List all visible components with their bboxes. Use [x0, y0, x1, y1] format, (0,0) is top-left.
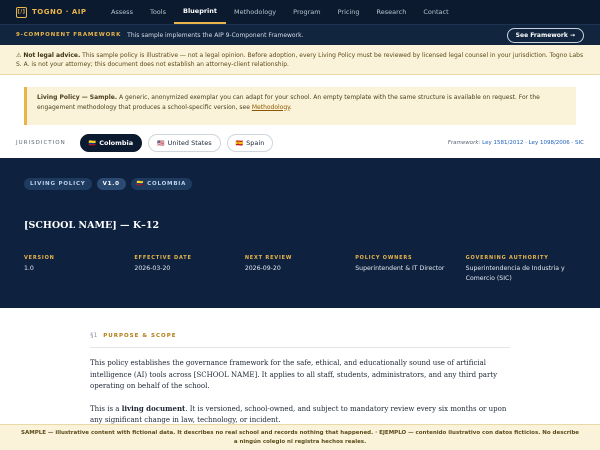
policy-content: §1 PURPOSE & SCOPE This policy establish…: [0, 308, 600, 427]
section-number: §1: [90, 332, 98, 339]
sample-callout-title: Living Policy — Sample.: [37, 94, 118, 101]
jurisdiction-label: JURISDICTION: [16, 140, 66, 146]
meta-value: 2026-09-20: [244, 265, 281, 272]
nav-link-blueprint[interactable]: Blueprint: [174, 0, 226, 24]
nav-link-assess[interactable]: Assess: [102, 0, 141, 24]
methodology-link[interactable]: Methodology: [252, 104, 290, 111]
legal-framework-reference: Framework: Ley 1581/2012 · Ley 1098/2006…: [448, 140, 584, 146]
meta-label: NEXT REVIEW: [244, 255, 293, 261]
legal-notice-text: This sample policy is illustrative — not…: [16, 52, 584, 68]
jurisdiction-pill-colombia[interactable]: 🇨🇴 Colombia: [79, 134, 143, 152]
brand-logo[interactable]: [/] TOGNO · AIP: [16, 6, 87, 18]
meta-governing-authority: GOVERNING AUTHORITY Superintendencia de …: [466, 255, 576, 284]
top-nav: [/] TOGNO · AIP Assess Tools Blueprint M…: [0, 0, 600, 24]
meta-value: 1.0: [24, 265, 34, 272]
nav-link-contact[interactable]: Contact: [415, 0, 457, 24]
legal-notice-title: Not legal advice.: [23, 52, 81, 59]
nav-links: Assess Tools Blueprint Methodology Progr…: [102, 0, 457, 24]
policy-hero: LIVING POLICY V1.0 🇨🇴 COLOMBIA [SCHOOL N…: [0, 158, 600, 308]
jurisdiction-pill-label: United States: [167, 139, 212, 147]
spain-flag-icon: 🇪🇸: [235, 139, 244, 147]
meta-value: Superintendencia de Industria y Comercio…: [465, 265, 565, 282]
meta-value: 2026-03-20: [134, 265, 171, 272]
policy-meta: VERSION 1.0 EFFECTIVE DATE 2026-03-20 NE…: [24, 255, 576, 284]
framework-bar: 9-COMPONENT FRAMEWORK This sample implem…: [0, 24, 600, 45]
section-header: §1 PURPOSE & SCOPE: [90, 332, 510, 348]
see-framework-button[interactable]: See Framework →: [506, 27, 584, 43]
jurisdiction-pill-spain[interactable]: 🇪🇸 Spain: [226, 134, 274, 152]
meta-next-review: NEXT REVIEW 2026-09-20: [245, 255, 355, 284]
nav-link-program[interactable]: Program: [285, 0, 329, 24]
meta-effective-date: EFFECTIVE DATE 2026-03-20: [134, 255, 244, 284]
paragraph-emphasis: living document: [121, 403, 186, 413]
meta-label: VERSION: [24, 255, 55, 261]
brand-mark-icon: [/]: [16, 6, 27, 18]
sample-callout-end: .: [289, 103, 292, 111]
legal-notice: ⚠ Not legal advice. This sample policy i…: [0, 45, 600, 75]
framework-tag: 9-COMPONENT FRAMEWORK: [16, 32, 122, 38]
badge-country: 🇨🇴 COLOMBIA: [130, 178, 193, 190]
meta-label: POLICY OWNERS: [355, 255, 413, 261]
us-flag-icon: 🇺🇸: [157, 139, 165, 147]
badge-version: V1.0: [96, 178, 126, 190]
meta-label: EFFECTIVE DATE: [134, 255, 192, 261]
nav-link-research[interactable]: Research: [368, 0, 415, 24]
jurisdiction-selector: JURISDICTION 🇨🇴 Colombia 🇺🇸 United State…: [0, 130, 600, 156]
meta-version: VERSION 1.0: [24, 255, 134, 284]
badge-living-policy: LIVING POLICY: [24, 178, 92, 190]
legal-framework-prefix: Framework:: [447, 140, 481, 146]
sample-disclaimer-footer: SAMPLE — illustrative content with ficti…: [0, 424, 600, 450]
sample-callout: Living Policy — Sample. A generic, anony…: [24, 87, 576, 125]
nav-link-pricing[interactable]: Pricing: [329, 0, 368, 24]
meta-policy-owners: POLICY OWNERS Superintendent & IT Direct…: [355, 255, 465, 284]
page: [/] TOGNO · AIP Assess Tools Blueprint M…: [0, 0, 600, 450]
legal-framework-links[interactable]: Ley 1581/2012 · Ley 1098/2006 · SIC: [482, 140, 584, 146]
meta-value: Superintendent & IT Director: [355, 265, 445, 272]
nav-link-methodology[interactable]: Methodology: [226, 0, 285, 24]
section-paragraph: This is a living document. It is version…: [90, 403, 510, 427]
section-title: PURPOSE & SCOPE: [103, 332, 177, 339]
jurisdiction-pill-label: Spain: [246, 139, 265, 147]
meta-label: GOVERNING AUTHORITY: [465, 255, 549, 261]
paragraph-text: This is a: [90, 404, 122, 413]
framework-text: This sample implements the AIP 9-Compone…: [127, 31, 304, 39]
nav-link-tools[interactable]: Tools: [141, 0, 174, 24]
jurisdiction-pill-united-states[interactable]: 🇺🇸 United States: [148, 134, 221, 152]
warning-icon: ⚠: [16, 52, 22, 59]
section-paragraph: This policy establishes the governance f…: [90, 359, 498, 390]
brand-name: TOGNO · AIP: [32, 8, 87, 16]
colombia-flag-icon: 🇨🇴: [88, 139, 97, 147]
policy-title: [SCHOOL NAME] — K–12: [24, 220, 160, 231]
jurisdiction-pill-label: Colombia: [99, 139, 134, 147]
policy-badges: LIVING POLICY V1.0 🇨🇴 COLOMBIA: [24, 178, 576, 190]
